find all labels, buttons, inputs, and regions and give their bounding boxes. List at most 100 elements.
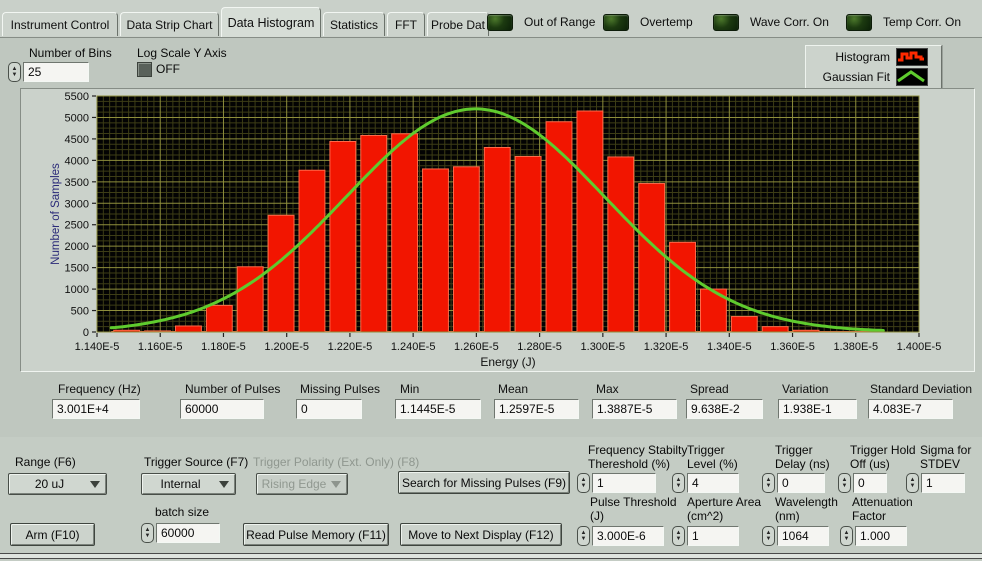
wave-corr-led-icon bbox=[713, 14, 739, 31]
tab-strip: Instrument Control Data Strip Chart Data… bbox=[0, 0, 982, 38]
gaussian-fit-legend-icon bbox=[896, 68, 928, 86]
histogram-bar bbox=[423, 169, 449, 332]
x-axis-ticks: 1.140E-51.160E-51.180E-51.200E-51.220E-5… bbox=[75, 333, 942, 353]
trigger-source-dropdown[interactable]: Internal bbox=[141, 473, 236, 495]
trigger-delay-input[interactable] bbox=[777, 473, 825, 493]
stat-variation: Variation bbox=[778, 382, 857, 419]
trigger-polarity-label: Trigger Polarity (Ext. Only) (F8) bbox=[253, 455, 419, 469]
stat-num-pulses-value bbox=[180, 399, 264, 419]
stat-stdev-value bbox=[868, 399, 953, 419]
histogram-bar bbox=[392, 134, 418, 332]
move-next-display-button[interactable]: Move to Next Display (F12) bbox=[400, 523, 562, 546]
svg-text:0: 0 bbox=[83, 327, 89, 339]
aperture-area-spinner[interactable]: ▲▼ bbox=[672, 526, 685, 546]
histogram-bar bbox=[175, 326, 201, 332]
tab-fft[interactable]: FFT bbox=[387, 12, 425, 36]
trigger-holdoff-input[interactable] bbox=[853, 473, 887, 493]
arm-button[interactable]: Arm (F10) bbox=[10, 523, 95, 546]
stat-min-label: Min bbox=[395, 382, 481, 396]
dropdown-arrow-icon bbox=[331, 481, 341, 488]
tab-statistics[interactable]: Statistics bbox=[323, 12, 385, 36]
indicator-overtemp: Overtemp bbox=[603, 13, 693, 31]
search-missing-pulses-button[interactable]: Search for Missing Pulses (F9) bbox=[398, 471, 570, 494]
temp-corr-led-icon bbox=[846, 14, 872, 31]
stat-variation-value bbox=[778, 399, 857, 419]
svg-text:4500: 4500 bbox=[65, 134, 89, 146]
pulse-threshold-spinner[interactable]: ▲▼ bbox=[577, 526, 590, 546]
batch-size-spinner[interactable]: ▲▼ bbox=[141, 523, 154, 543]
overtemp-led-icon bbox=[603, 14, 629, 31]
svg-text:1500: 1500 bbox=[65, 263, 89, 275]
acquisition-panel: Range (F6) 20 uJ Trigger Source (F7) Int… bbox=[0, 437, 982, 561]
freq-stability-input[interactable] bbox=[592, 473, 656, 493]
wavelength-input[interactable] bbox=[777, 526, 829, 546]
wavelength-spinner[interactable]: ▲▼ bbox=[762, 526, 775, 546]
stat-max-value bbox=[592, 399, 677, 419]
trigger-level-label: Trigger Level (%) bbox=[687, 443, 749, 471]
svg-text:1.400E-5: 1.400E-5 bbox=[897, 341, 942, 353]
dropdown-arrow-icon bbox=[219, 481, 229, 488]
svg-text:1.240E-5: 1.240E-5 bbox=[391, 341, 436, 353]
histogram-bar bbox=[515, 157, 541, 332]
stat-max: Max bbox=[592, 382, 677, 419]
panel-divider-bottom bbox=[0, 553, 982, 559]
batch-size-input[interactable] bbox=[156, 523, 220, 543]
svg-text:500: 500 bbox=[71, 306, 89, 318]
stat-spread-label: Spread bbox=[686, 382, 763, 396]
attenuation-input[interactable] bbox=[855, 526, 907, 546]
freq-stability-spinner[interactable]: ▲▼ bbox=[577, 473, 590, 493]
svg-text:2500: 2500 bbox=[65, 220, 89, 232]
sigma-stdev-input[interactable] bbox=[921, 473, 965, 493]
stat-stdev: Standard Deviation bbox=[868, 382, 972, 419]
trigger-delay-spinner[interactable]: ▲▼ bbox=[762, 473, 775, 493]
batch-size-label: batch size bbox=[155, 505, 209, 519]
svg-text:1.260E-5: 1.260E-5 bbox=[454, 341, 499, 353]
svg-text:3000: 3000 bbox=[65, 198, 89, 210]
trigger-level-spinner[interactable]: ▲▼ bbox=[672, 473, 685, 493]
stat-missing-pulses-value bbox=[296, 399, 362, 419]
instrument-panel: Instrument Control Data Strip Chart Data… bbox=[0, 0, 982, 561]
tab-data-strip-chart[interactable]: Data Strip Chart bbox=[120, 12, 219, 36]
histogram-bar bbox=[268, 215, 294, 332]
tab-probe-data[interactable]: Probe Dat bbox=[427, 12, 489, 36]
stat-mean-label: Mean bbox=[494, 382, 579, 396]
trigger-holdoff-spinner[interactable]: ▲▼ bbox=[838, 473, 851, 493]
svg-text:1000: 1000 bbox=[65, 284, 89, 296]
stat-num-pulses: Number of Pulses bbox=[180, 382, 280, 419]
indicator-temp-corr: Temp Corr. On bbox=[846, 13, 961, 31]
indicator-out-of-range: Out of Range bbox=[487, 13, 595, 31]
trigger-delay-label: Trigger Delay (ns) bbox=[775, 443, 841, 471]
attenuation-spinner[interactable]: ▲▼ bbox=[840, 526, 853, 546]
histogram-bar bbox=[639, 184, 665, 332]
y-axis-title: Number of Samples bbox=[50, 163, 62, 265]
aperture-area-input[interactable] bbox=[687, 526, 739, 546]
stat-missing-pulses: Missing Pulses bbox=[296, 382, 380, 419]
tab-data-histogram[interactable]: Data Histogram bbox=[221, 7, 321, 37]
stat-min-value bbox=[395, 399, 481, 419]
bins-input[interactable] bbox=[23, 62, 89, 82]
histogram-bar bbox=[762, 327, 788, 332]
bins-spinner[interactable]: ▲▼ bbox=[8, 62, 21, 82]
wave-corr-label: Wave Corr. On bbox=[750, 15, 829, 29]
tab-instrument-control[interactable]: Instrument Control bbox=[2, 12, 118, 36]
svg-text:1.140E-5: 1.140E-5 bbox=[75, 341, 120, 353]
sigma-stdev-spinner[interactable]: ▲▼ bbox=[906, 473, 919, 493]
sigma-stdev-label: Sigma for STDEV bbox=[920, 443, 978, 471]
trigger-level-input[interactable] bbox=[687, 473, 739, 493]
svg-text:4000: 4000 bbox=[65, 155, 89, 167]
pulse-threshold-input[interactable] bbox=[592, 526, 664, 546]
range-dropdown[interactable]: 20 uJ bbox=[8, 473, 107, 495]
read-pulse-memory-button[interactable]: Read Pulse Memory (F11) bbox=[243, 523, 389, 546]
trigger-source-label: Trigger Source (F7) bbox=[144, 455, 248, 469]
stat-min: Min bbox=[395, 382, 481, 419]
log-scale-toggle[interactable] bbox=[137, 62, 152, 77]
aperture-area-label: Aperture Area (cm^2) bbox=[687, 495, 773, 523]
histogram-bar bbox=[484, 147, 510, 332]
svg-text:1.160E-5: 1.160E-5 bbox=[138, 341, 183, 353]
log-scale-state: OFF bbox=[156, 62, 180, 76]
trigger-source-value: Internal bbox=[142, 477, 219, 491]
stat-variation-label: Variation bbox=[778, 382, 857, 396]
stat-frequency-label: Frequency (Hz) bbox=[52, 382, 141, 396]
svg-text:1.280E-5: 1.280E-5 bbox=[517, 341, 562, 353]
stat-stdev-label: Standard Deviation bbox=[868, 382, 972, 396]
